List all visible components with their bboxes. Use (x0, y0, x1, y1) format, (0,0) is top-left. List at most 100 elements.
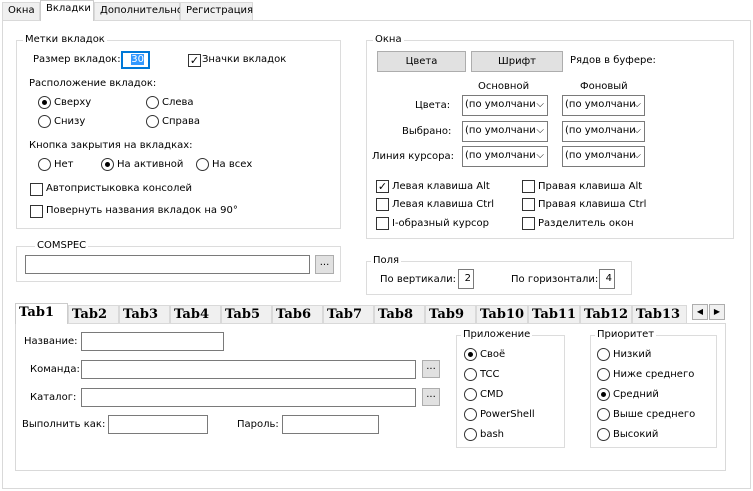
selected-bg-select[interactable]: (по умолчани ⌵ (562, 121, 645, 142)
left-alt-label: Левая клавиша Alt (392, 181, 490, 192)
priority-title: Приоритет (595, 329, 657, 340)
task-tab-12[interactable]: Tab12 (580, 305, 632, 323)
app-own-radio[interactable] (464, 348, 477, 361)
right-ctrl-label: Правая клавиша Ctrl (538, 199, 647, 210)
tab-tabs[interactable]: Вкладки (40, 0, 94, 21)
row-cursor-label: Линия курсора: (372, 151, 455, 162)
tab-icons-checkbox[interactable]: ✓ (188, 54, 201, 67)
app-powershell-label: PowerShell (480, 409, 535, 420)
task-tab-10[interactable]: Tab10 (476, 305, 528, 323)
close-none-radio[interactable] (38, 158, 51, 171)
name-input[interactable] (81, 332, 224, 351)
priority-high-label: Высокий (613, 429, 659, 440)
tab-advanced[interactable]: Дополнительно (94, 2, 183, 20)
margin-horiz-input[interactable]: 4 (599, 269, 615, 289)
task-tab-8[interactable]: Tab8 (374, 305, 425, 323)
pos-right-radio[interactable] (146, 115, 159, 128)
close-active-label: На активной (117, 159, 184, 170)
priority-normal-label: Средний (613, 389, 659, 400)
runas-label: Выполнить как: (22, 419, 106, 430)
separator-label: Разделитель окон (538, 218, 634, 229)
tab-icons-label: Значки вкладок (202, 54, 287, 65)
margin-vert-input[interactable]: 2 (458, 269, 474, 289)
separator-checkbox[interactable] (522, 217, 535, 230)
colors-bg-select[interactable]: (по умолчани ⌵ (562, 95, 645, 116)
task-tab-5[interactable]: Tab5 (221, 305, 272, 323)
password-input[interactable] (282, 415, 379, 434)
dir-input[interactable] (81, 388, 416, 407)
cursor-main-select[interactable]: (по умолчани ⌵ (462, 146, 548, 167)
autodock-checkbox[interactable] (30, 183, 43, 196)
comspec-input[interactable] (25, 255, 310, 274)
priority-above-normal-radio[interactable] (597, 408, 610, 421)
pos-left-label: Слева (162, 97, 194, 108)
chevron-down-icon: ⌵ (633, 99, 641, 110)
ibeam-label: I-образный курсор (392, 218, 490, 229)
autodock-label: Автопристыковка консолей (46, 183, 193, 194)
chevron-down-icon: ⌵ (633, 125, 641, 136)
task-tab-9[interactable]: Tab9 (425, 305, 476, 323)
scroll-right-icon[interactable]: ▶ (709, 304, 725, 320)
task-tab-3[interactable]: Tab3 (119, 305, 170, 323)
close-all-label: На всех (212, 159, 253, 170)
margin-vert-label: По вертикали: (380, 274, 456, 285)
rotate-label: Повернуть названия вкладок на 90° (46, 205, 238, 216)
name-label: Название: (24, 336, 78, 347)
main-column-header: Основной (478, 81, 530, 92)
chevron-down-icon: ⌵ (536, 150, 544, 161)
priority-low-radio[interactable] (597, 348, 610, 361)
ibeam-checkbox[interactable] (376, 217, 389, 230)
command-input[interactable] (81, 360, 416, 379)
task-tab-13[interactable]: Tab13 (632, 305, 687, 323)
scroll-left-icon[interactable]: ◀ (692, 304, 708, 320)
task-tab-11[interactable]: Tab11 (528, 305, 580, 323)
runas-input[interactable] (108, 415, 208, 434)
selected-main-select[interactable]: (по умолчани ⌵ (462, 121, 548, 142)
app-bash-radio[interactable] (464, 428, 477, 441)
comspec-browse-button[interactable]: ... (315, 255, 334, 274)
dir-browse-button[interactable]: ... (422, 388, 440, 406)
cursor-bg-select[interactable]: (по умолчани ⌵ (562, 146, 645, 167)
tab-windows[interactable]: Окна (2, 2, 40, 20)
dir-label: Каталог: (30, 392, 77, 403)
margin-horiz-label: По горизонтали: (511, 274, 599, 285)
close-all-radio[interactable] (196, 158, 209, 171)
rotate-checkbox[interactable] (30, 205, 43, 218)
app-cmd-radio[interactable] (464, 388, 477, 401)
app-tcc-radio[interactable] (464, 368, 477, 381)
close-active-radio[interactable] (101, 158, 114, 171)
priority-low-label: Низкий (613, 349, 652, 360)
priority-high-radio[interactable] (597, 428, 610, 441)
app-powershell-radio[interactable] (464, 408, 477, 421)
task-tab-4[interactable]: Tab4 (170, 305, 221, 323)
left-alt-checkbox[interactable]: ✓ (376, 180, 389, 193)
priority-below-normal-radio[interactable] (597, 368, 610, 381)
pos-right-label: Справа (162, 116, 201, 127)
tab-size-input[interactable]: 30 (121, 51, 150, 69)
font-button[interactable]: Шрифт (471, 51, 563, 72)
priority-normal-radio[interactable] (597, 388, 610, 401)
comspec-title: COMSPEC (35, 240, 89, 251)
right-ctrl-checkbox[interactable] (522, 198, 535, 211)
task-tab-6[interactable]: Tab6 (272, 305, 323, 323)
command-label: Команда: (30, 364, 80, 375)
left-ctrl-checkbox[interactable] (376, 198, 389, 211)
colors-button[interactable]: Цвета (377, 51, 466, 72)
tab-registration[interactable]: Регистрация (180, 2, 253, 20)
margins-title: Поля (371, 255, 402, 266)
task-tab-7[interactable]: Tab7 (323, 305, 374, 323)
command-browse-button[interactable]: ... (422, 360, 440, 378)
tab-position-title: Расположение вкладок: (29, 78, 157, 89)
row-selected-label: Выбрано: (402, 126, 452, 137)
task-tab-1[interactable]: Tab1 (15, 303, 68, 324)
pos-bottom-label: Снизу (54, 116, 86, 127)
right-alt-checkbox[interactable] (522, 180, 535, 193)
pos-left-radio[interactable] (146, 96, 159, 109)
pos-top-radio[interactable] (38, 96, 51, 109)
task-tab-2[interactable]: Tab2 (68, 305, 119, 323)
colors-main-select[interactable]: (по умолчани ⌵ (462, 95, 548, 116)
chevron-down-icon: ⌵ (536, 125, 544, 136)
pos-bottom-radio[interactable] (38, 115, 51, 128)
app-cmd-label: CMD (480, 389, 504, 400)
close-none-label: Нет (54, 159, 74, 170)
